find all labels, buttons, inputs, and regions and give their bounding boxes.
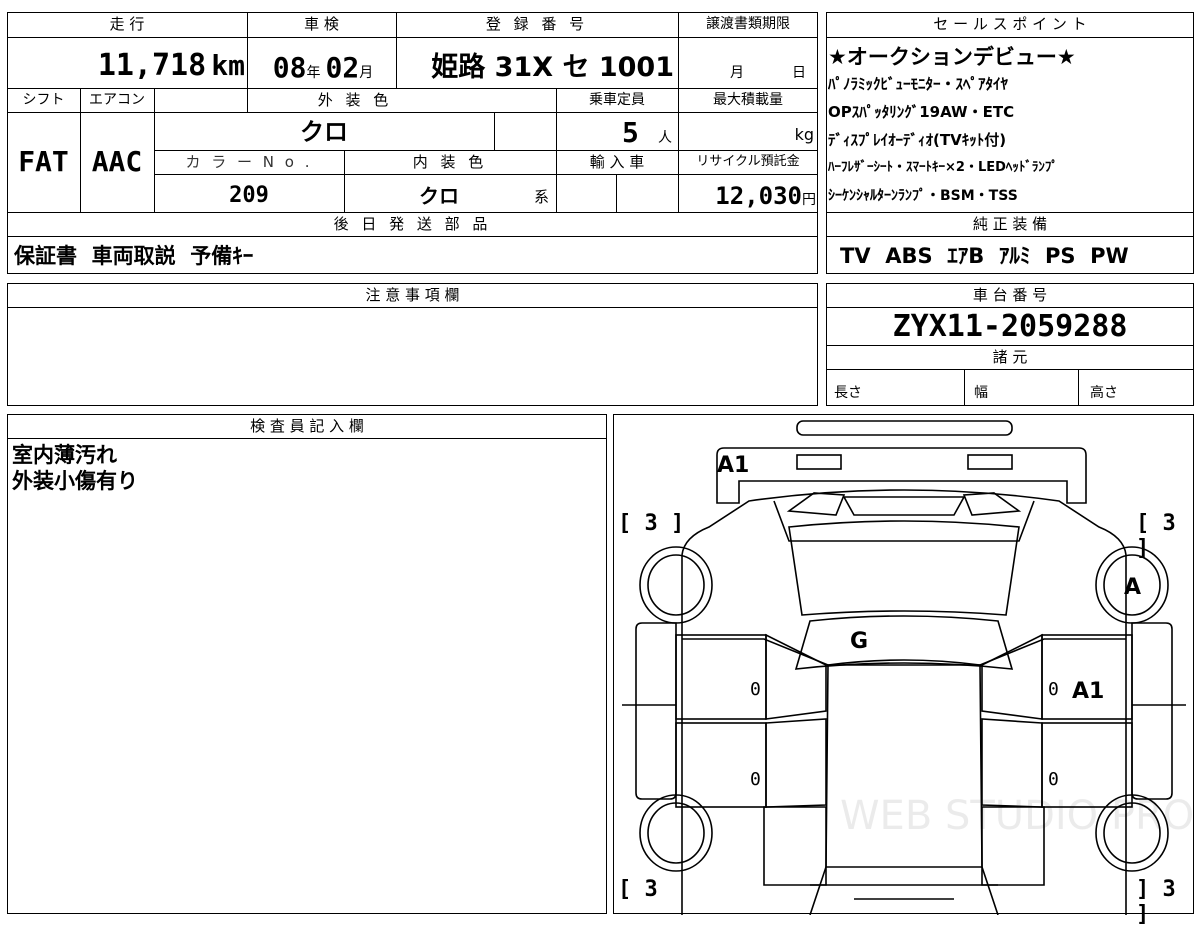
tire-grade-bottom-left: [ 3 (618, 877, 658, 902)
shift-label: シフト (22, 92, 65, 108)
exterior-color-value: クロ (300, 118, 348, 146)
interior-color-suffix: 系 (534, 188, 550, 206)
inspection-month-unit: 月 (359, 65, 374, 81)
deadline-month: 月 (730, 65, 744, 81)
inspection-value: 08年 02月 (250, 38, 396, 88)
spec-height: 高さ (1090, 385, 1118, 401)
equipment-header: 純 正 装 備 (972, 215, 1048, 233)
mark-roof: G (850, 629, 869, 654)
watermark: WEB STUDIO PRO (840, 793, 1195, 839)
sales-line: ★オークションデビュー★ (828, 45, 1076, 69)
inspector-line: 外装小傷有り (12, 469, 138, 493)
shift-value: FAT (18, 145, 69, 178)
capacity-unit: 人 (658, 130, 672, 146)
capacity-label: 乗車定員 (589, 92, 645, 108)
car-diagram: A1 [ 3 ] [ 3 ] A G A1 0 0 0 0 [ 3 ] 3 ] … (613, 414, 1195, 927)
later-parts-value: 保証書 車両取説 予備ｷｰ (14, 244, 254, 268)
interior-color-value: クロ (419, 184, 459, 208)
recycle-value: 12,030円 (678, 174, 816, 212)
color-no-label: カ ラ ー N o . (185, 153, 313, 171)
chassis-header: 車 台 番 号 (972, 286, 1048, 304)
deadline-day: 日 (792, 65, 806, 81)
tire-grade-top-left: [ 3 ] (618, 511, 685, 536)
mileage-unit: km (211, 49, 245, 82)
capacity-number: 5 (622, 116, 639, 149)
aircon-value: AAC (91, 145, 143, 178)
inspection-year: 08 (272, 51, 307, 84)
transfer-deadline-label: 譲渡書類期限 (706, 16, 790, 32)
import-label: 輸 入 車 (589, 153, 645, 171)
registration-label: 登 録 番 号 (485, 15, 589, 33)
recycle-amount: 12,030 (715, 182, 802, 210)
sales-points-header: セ ー ル ス ポ イ ン ト (933, 15, 1087, 33)
sales-line: ﾊｰﾌﾚｻﾞｰｼｰﾄ・ｽﾏｰﾄｷｰ×2・LEDﾍｯﾄﾞﾗﾝﾌﾟ (828, 160, 1058, 175)
inspector-line: 室内薄汚れ (12, 443, 117, 467)
inspection-month: 02 (325, 51, 360, 84)
later-parts-label: 後 日 発 送 部 品 (333, 215, 492, 233)
registration-value: 姫路 31X セ 1001 (431, 52, 674, 83)
spec-length: 長さ (834, 385, 862, 401)
spec-header: 諸 元 (992, 348, 1028, 366)
sales-line: OPｽﾊﾟｯﾀﾘﾝｸﾞ19AW・ETC (828, 103, 1015, 121)
door-right-front-grade: 0 (1048, 679, 1059, 700)
car-outline (622, 420, 1186, 915)
door-left-front-grade: 0 (750, 679, 761, 700)
door-right-rear-grade: 0 (1048, 769, 1059, 790)
inspector-header: 検 査 員 記 入 欄 (250, 417, 364, 435)
inspector-notes: 室内薄汚れ 外装小傷有り (12, 442, 602, 494)
mileage-number: 11,718 (97, 48, 207, 83)
equipment-value: TV ABS ｴｱB ｱﾙﾐ PS PW (840, 244, 1129, 268)
exterior-color-label: 外 装 色 (317, 91, 393, 109)
tire-grade-bottom-right: ] 3 ] (1136, 877, 1176, 927)
capacity-value: 5 人 (556, 112, 678, 150)
interior-color-label: 内 装 色 (412, 153, 488, 171)
inspection-label: 車 検 (304, 15, 339, 33)
mark-rear: A1 (717, 453, 750, 478)
recycle-unit: 円 (802, 192, 816, 208)
spec-width: 幅 (974, 385, 988, 401)
mark-right-door: A1 (1072, 679, 1105, 704)
aircon-label: エアコン (89, 92, 145, 108)
door-left-rear-grade: 0 (750, 769, 761, 790)
max-load-unit: kg (794, 125, 814, 144)
chassis-number: ZYX11-2059288 (892, 309, 1128, 344)
sales-line: ﾊﾟﾉﾗﾐｯｸﾋﾞｭｰﾓﾆﾀｰ・ｽﾍﾟｱﾀｲﾔ (828, 75, 1009, 93)
notes-header: 注 意 事 項 欄 (365, 286, 460, 304)
mark-right-rear-wheel: A (1124, 575, 1142, 600)
color-no-value: 209 (229, 183, 269, 208)
max-load-label: 最大積載量 (713, 92, 783, 108)
recycle-label: リサイクル預託金 (696, 154, 800, 169)
sales-line: ｼｰｹﾝｼｬﾙﾀｰﾝﾗﾝﾌﾟ・BSM・TSS (828, 188, 1018, 204)
tire-grade-top-right: [ 3 ] (1136, 511, 1176, 561)
mileage-value: 11,718 km (7, 38, 245, 88)
mileage-label: 走 行 (109, 15, 145, 33)
sales-points-list: ★オークションデビュー★ ﾊﾟﾉﾗﾐｯｸﾋﾞｭｰﾓﾆﾀｰ・ｽﾍﾟｱﾀｲﾔ OPｽ… (828, 44, 1192, 214)
sales-line: ﾃﾞｨｽﾌﾟﾚｲｵｰﾃﾞｨｵ(TVｷｯﾄ付) (828, 131, 1007, 149)
inspection-year-unit: 年 (306, 65, 321, 81)
